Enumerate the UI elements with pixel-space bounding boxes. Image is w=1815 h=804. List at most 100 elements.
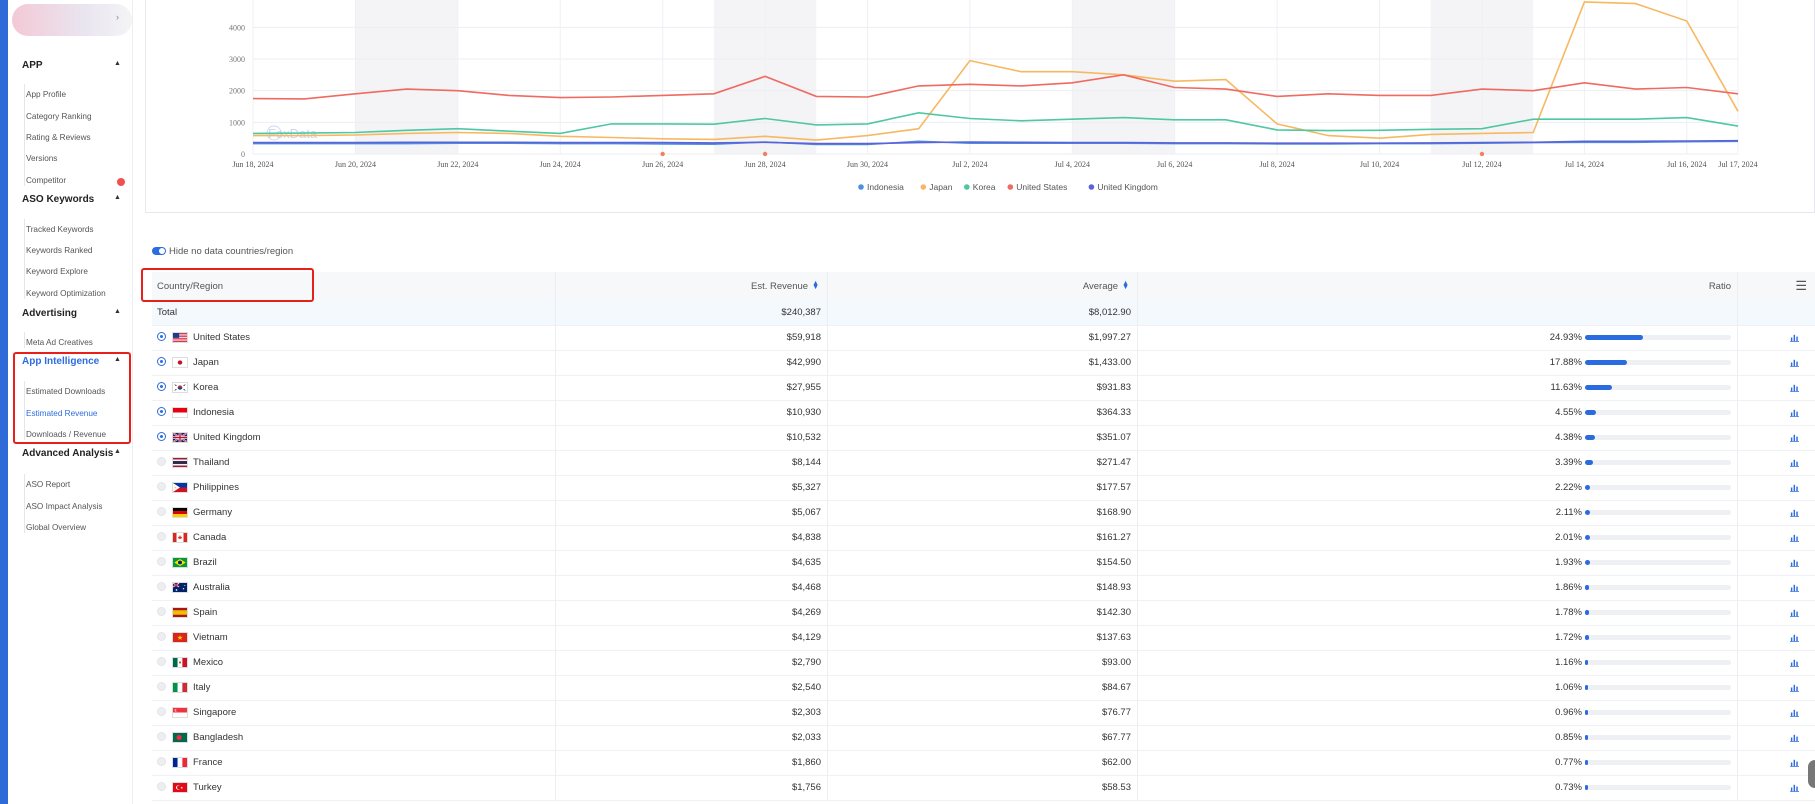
select-radio[interactable] — [157, 707, 166, 716]
select-radio[interactable] — [157, 382, 166, 391]
sidebar-item[interactable]: Rating & Reviews — [26, 133, 91, 142]
bar-chart-icon[interactable] — [1790, 458, 1799, 467]
bar-chart-icon[interactable] — [1790, 508, 1799, 517]
bar-chart-icon[interactable] — [1790, 483, 1799, 492]
table-row[interactable]: Singapore $2,303 $76.77 0.96% — [152, 700, 1815, 726]
caret-up-icon[interactable]: ▲ — [114, 448, 121, 455]
table-row[interactable]: Germany $5,067 $168.90 2.11% — [152, 500, 1815, 526]
select-radio[interactable] — [157, 357, 166, 366]
menu-icon[interactable]: ☰ — [1795, 278, 1807, 294]
event-marker[interactable] — [762, 151, 768, 157]
sidebar-section-4[interactable]: Advanced Analysis ▲ — [22, 448, 121, 459]
bar-chart-icon[interactable] — [1790, 433, 1799, 442]
select-radio[interactable] — [157, 332, 166, 341]
legend-dot[interactable] — [858, 184, 864, 190]
bar-chart-icon[interactable] — [1790, 533, 1799, 542]
header-average-cell[interactable]: Average ▲ ▼ — [827, 272, 1138, 300]
bar-chart-icon[interactable] — [1790, 783, 1799, 792]
sidebar-item[interactable]: Meta Ad Creatives — [26, 338, 93, 347]
header-average[interactable]: Average — [1083, 281, 1118, 292]
event-marker[interactable] — [660, 151, 665, 157]
sidebar-item[interactable]: Competitor — [26, 176, 66, 185]
select-radio[interactable] — [157, 632, 166, 641]
legend-dot[interactable] — [1007, 184, 1014, 190]
table-row[interactable]: Bangladesh $2,033 $67.77 0.85% — [152, 725, 1815, 751]
bar-chart-icon[interactable] — [1790, 633, 1799, 642]
legend-item[interactable]: Korea — [973, 182, 996, 192]
sort-icon[interactable]: ▲ ▼ — [1122, 280, 1129, 291]
select-radio[interactable] — [157, 482, 166, 491]
table-row[interactable]: Korea $27,955 $931.83 11.63% — [152, 375, 1815, 401]
table-row[interactable]: United States $59,918 $1,997.27 24.93% — [152, 325, 1815, 351]
table-row[interactable]: Philippines $5,327 $177.57 2.22% — [152, 475, 1815, 501]
select-radio[interactable] — [157, 607, 166, 616]
bar-chart-icon[interactable] — [1790, 683, 1799, 692]
table-row[interactable]: Turkey $1,756 $58.53 0.73% — [152, 775, 1815, 801]
select-radio[interactable] — [157, 457, 166, 466]
bar-chart-icon[interactable] — [1790, 658, 1799, 667]
header-revenue[interactable]: Est. Revenue — [751, 281, 808, 292]
event-marker[interactable] — [1479, 151, 1485, 157]
legend-item[interactable]: United Kingdom — [1097, 182, 1157, 192]
sort-icon[interactable]: ▲ ▼ — [812, 280, 819, 291]
legend-item[interactable]: United States — [1016, 182, 1067, 192]
scrollbar-thumb[interactable] — [1808, 760, 1815, 788]
app-logo[interactable] — [12, 4, 132, 36]
caret-up-icon[interactable]: ▲ — [114, 194, 121, 201]
select-radio[interactable] — [157, 682, 166, 691]
sidebar-section-2[interactable]: Advertising ▲ — [22, 308, 121, 319]
sidebar-item[interactable]: Keywords Ranked — [26, 246, 92, 255]
caret-up-icon[interactable]: ▲ — [114, 308, 121, 315]
legend-dot[interactable] — [964, 184, 970, 190]
table-row[interactable]: Mexico $2,790 $93.00 1.16% — [152, 650, 1815, 676]
legend-dot[interactable] — [920, 184, 927, 190]
legend-item[interactable]: Japan — [929, 182, 952, 192]
table-row[interactable]: Canada $4,838 $161.27 2.01% — [152, 525, 1815, 551]
table-row[interactable]: Japan $42,990 $1,433.00 17.88% — [152, 350, 1815, 376]
sidebar-section-0[interactable]: APP ▲ — [22, 60, 121, 71]
sidebar-item[interactable]: Global Overview — [26, 523, 86, 532]
bar-chart-icon[interactable] — [1790, 558, 1799, 567]
bar-chart-icon[interactable] — [1790, 358, 1799, 367]
sidebar-item[interactable]: ASO Impact Analysis — [26, 502, 102, 511]
bar-chart-icon[interactable] — [1790, 608, 1799, 617]
chevron-right-icon[interactable]: › — [116, 12, 119, 22]
table-row[interactable]: Indonesia $10,930 $364.33 4.55% — [152, 400, 1815, 426]
table-row[interactable]: United Kingdom $10,532 $351.07 4.38% — [152, 425, 1815, 451]
table-row[interactable]: Vietnam $4,129 $137.63 1.72% — [152, 625, 1815, 651]
bar-chart-icon[interactable] — [1790, 408, 1799, 417]
select-radio[interactable] — [157, 782, 166, 791]
sidebar-item[interactable]: Category Ranking — [26, 112, 92, 121]
caret-up-icon[interactable]: ▲ — [114, 60, 121, 67]
sidebar-item[interactable]: Keyword Explore — [26, 267, 88, 276]
sidebar-item[interactable]: Tracked Keywords — [26, 225, 94, 234]
bar-chart-icon[interactable] — [1790, 758, 1799, 767]
select-radio[interactable] — [157, 732, 166, 741]
table-row[interactable]: France $1,860 $62.00 0.77% — [152, 750, 1815, 776]
table-row[interactable]: Australia $4,468 $148.93 1.86% — [152, 575, 1815, 601]
sidebar-item[interactable]: Versions — [26, 154, 57, 163]
select-radio[interactable] — [157, 757, 166, 766]
table-row[interactable]: Brazil $4,635 $154.50 1.93% — [152, 550, 1815, 576]
sidebar-section-1[interactable]: ASO Keywords ▲ — [22, 194, 121, 205]
bar-chart-icon[interactable] — [1790, 733, 1799, 742]
table-row[interactable]: Spain $4,269 $142.30 1.78% — [152, 600, 1815, 626]
select-radio[interactable] — [157, 582, 166, 591]
select-radio[interactable] — [157, 657, 166, 666]
legend-dot[interactable] — [1088, 184, 1095, 190]
select-radio[interactable] — [157, 407, 166, 416]
toggle-switch[interactable] — [152, 247, 166, 256]
select-radio[interactable] — [157, 532, 166, 541]
legend-item[interactable]: Indonesia — [867, 182, 904, 192]
table-row[interactable]: Italy $2,540 $84.67 1.06% — [152, 675, 1815, 701]
select-radio[interactable] — [157, 557, 166, 566]
sidebar-item[interactable]: ASO Report — [26, 480, 70, 489]
sidebar-item[interactable]: Keyword Optimization — [26, 289, 106, 298]
hide-no-data-toggle-row[interactable]: Hide no data countries/region — [152, 246, 293, 257]
bar-chart-icon[interactable] — [1790, 708, 1799, 717]
select-radio[interactable] — [157, 432, 166, 441]
table-row[interactable]: Thailand $8,144 $271.47 3.39% — [152, 450, 1815, 476]
select-radio[interactable] — [157, 507, 166, 516]
bar-chart-icon[interactable] — [1790, 583, 1799, 592]
bar-chart-icon[interactable] — [1790, 333, 1799, 342]
